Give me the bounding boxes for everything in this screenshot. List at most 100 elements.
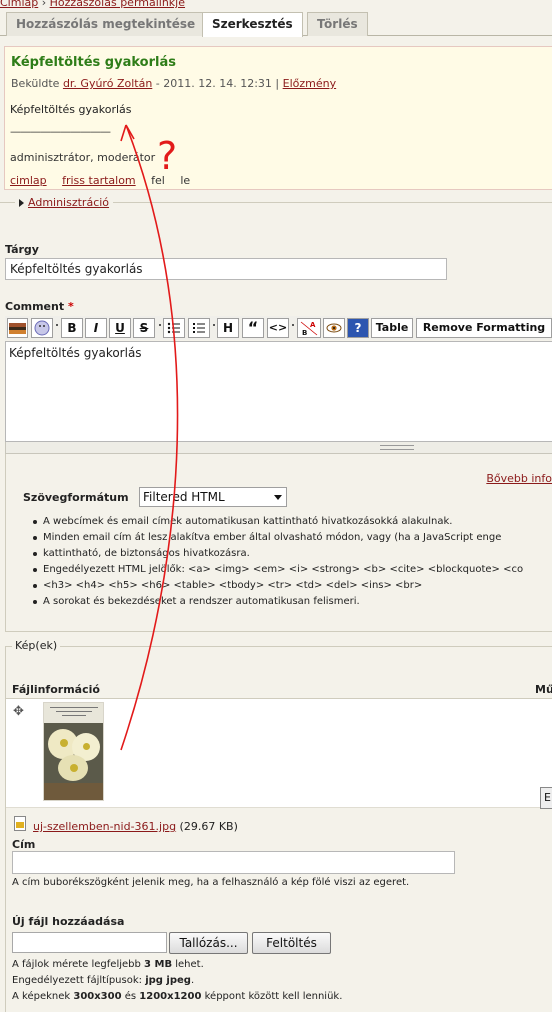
dims-min: 300x300 (73, 991, 122, 1002)
italic-icon[interactable]: I (85, 318, 107, 338)
table-button[interactable]: Table (371, 318, 413, 338)
types-limit-value: jpg jpeg (145, 975, 191, 986)
format-tip-continued-text: <h3> <h4> <h5> <h6> <table> <tbody> <tr>… (43, 580, 423, 591)
comment-label: Comment * (5, 300, 74, 313)
editor-toolbar: B I U S H “ <> AB ? Table Remove Formatt… (5, 316, 552, 340)
subject-label: Tárgy (5, 243, 39, 256)
format-tip: Minden email cím át lesz alakítva ember … (31, 530, 552, 546)
browse-button[interactable]: Tallózás... (169, 932, 248, 954)
breadcrumb-home-link[interactable]: Címlap (0, 0, 38, 9)
edit-button[interactable]: E (540, 787, 552, 809)
image-title-hint: A cím buborékszögként jelenik meg, ha a … (12, 877, 410, 888)
preview-meta-prefix: Beküldte (11, 77, 60, 90)
image-thumbnail[interactable] (43, 702, 104, 801)
ordered-list-icon[interactable] (188, 318, 210, 338)
file-info-header: Fájlinformáció (12, 683, 100, 696)
dims-mid: és (121, 991, 140, 1002)
strikethrough-icon[interactable]: S (133, 318, 155, 338)
unordered-list-icon[interactable] (163, 318, 185, 338)
preview-author-link[interactable]: dr. Gyúró Zoltán (63, 77, 152, 90)
grip-lines-icon (380, 445, 414, 450)
chevron-down-icon (274, 495, 282, 500)
file-size: (29.67 KB) (176, 820, 238, 833)
expand-triangle-icon (19, 199, 24, 207)
toolbar-separator (56, 324, 58, 326)
format-tip-continued: kattintható, de biztonságos hivatkozásra… (31, 546, 552, 562)
more-info-link[interactable]: Bővebb info (486, 472, 552, 485)
file-icon (14, 816, 26, 831)
types-limit-text: Engedélyezett fájltípusok: jpg jpeg. (12, 975, 194, 986)
move-icon[interactable]: ✥ (13, 705, 24, 718)
image-title-label: Cím (12, 838, 36, 851)
quote-icon[interactable]: “ (242, 318, 264, 338)
file-name-row: uj-szellemben-nid-361.jpg (29.67 KB) (33, 820, 238, 833)
preview-body: Képfeltöltés gyakorlás (10, 103, 132, 116)
format-tip: A sorokat és bekezdéseket a rendszer aut… (31, 594, 552, 610)
toolbar-separator (159, 324, 161, 326)
preview-meta: Beküldte dr. Gyúró Zoltán - 2011. 12. 14… (11, 77, 336, 90)
preview-signature-separator: —————————— (10, 125, 111, 138)
format-tip-continued: <h3> <h4> <h5> <h6> <table> <tbody> <tr>… (31, 578, 552, 594)
dims-prefix: A képeknek (12, 991, 74, 1002)
smiley-icon[interactable] (31, 318, 53, 338)
tab-bar: Hozzászólás megtekintése Szerkesztés Tör… (0, 12, 552, 37)
operations-header: Mű (535, 683, 552, 696)
size-limit-text: A fájlok mérete legfeljebb 3 MB lehet. (12, 959, 204, 970)
image-icon[interactable] (7, 318, 28, 338)
svg-text:A: A (310, 321, 316, 329)
dimensions-limit-text: A képeknek 300x300 és 1200x1200 képpont … (12, 991, 342, 1002)
annotation-question-mark: ? (157, 134, 178, 178)
image-row: ✥ E (6, 698, 552, 809)
format-tip-continued-text: kattintható, de biztonságos hivatkozásra… (43, 548, 250, 559)
format-tip: Engedélyezett HTML jelölők: <a> <img> <e… (31, 562, 552, 578)
required-mark: * (67, 300, 74, 313)
tab-view[interactable]: Hozzászólás megtekintése (6, 12, 206, 36)
dims-max: 1200x1200 (139, 991, 202, 1002)
format-label: Szövegformátum (23, 491, 129, 504)
preview-roles: adminisztrátor, moderátor (10, 151, 156, 164)
editor-resize-grip[interactable] (5, 442, 552, 454)
size-limit-suffix: lehet. (172, 959, 204, 970)
preview-link-home[interactable]: cimlap (10, 174, 47, 187)
file-name-link[interactable]: uj-szellemben-nid-361.jpg (33, 820, 176, 833)
preview-prev-link[interactable]: Előzmény (283, 77, 336, 90)
format-select[interactable]: Filtered HTML (139, 487, 287, 507)
heading-icon[interactable]: H (217, 318, 239, 338)
help-icon[interactable]: ? (347, 318, 369, 338)
size-limit-value: 3 MB (144, 959, 173, 970)
types-limit-suffix: . (190, 975, 195, 986)
preview-eye-icon[interactable] (323, 318, 345, 338)
format-select-value: Filtered HTML (143, 490, 225, 504)
admin-toggle[interactable]: Adminisztráció (15, 196, 114, 209)
underline-icon[interactable]: U (109, 318, 131, 338)
types-limit-prefix: Engedélyezett fájltípusok: (12, 975, 146, 986)
tab-edit[interactable]: Szerkesztés (202, 12, 303, 37)
upload-button[interactable]: Feltöltés (252, 932, 331, 954)
images-legend: Kép(ek) (12, 639, 61, 652)
input-format-box: Bővebb info Szövegformátum Filtered HTML… (5, 454, 552, 632)
text-color-icon[interactable]: AB (297, 318, 321, 338)
size-limit-prefix: A fájlok mérete legfeljebb (12, 959, 145, 970)
subject-input[interactable] (5, 258, 447, 280)
format-tip: A webcímek és email címek automatikusan … (31, 514, 552, 530)
preview-date: - 2011. 12. 14. 12:31 | (152, 77, 283, 90)
format-tips-list: A webcímek és email címek automatikusan … (31, 514, 552, 610)
admin-link[interactable]: Adminisztráció (28, 196, 109, 209)
toolbar-separator (213, 324, 215, 326)
new-file-label: Új fájl hozzáadása (12, 915, 125, 928)
toolbar-separator (292, 324, 294, 326)
remove-formatting-button[interactable]: Remove Formatting (416, 318, 552, 338)
breadcrumb: Címlap › Hozzászólás permalinkje (0, 0, 185, 9)
tab-delete[interactable]: Törlés (307, 12, 368, 36)
file-path-input[interactable] (12, 932, 167, 953)
bold-icon[interactable]: B (61, 318, 83, 338)
thumbnail-header (44, 703, 103, 723)
comment-editor[interactable]: Képfeltöltés gyakorlás (5, 341, 552, 442)
preview-link-recent[interactable]: friss tartalom (62, 174, 136, 187)
svg-text:B: B (302, 329, 307, 337)
code-icon[interactable]: <> (267, 318, 289, 338)
image-title-input[interactable] (12, 851, 455, 874)
preview-link-down[interactable]: le (180, 174, 190, 187)
breadcrumb-current-link[interactable]: Hozzászólás permalinkje (50, 0, 185, 9)
comment-preview: Képfeltöltés gyakorlás Beküldte dr. Gyúr… (4, 46, 552, 190)
